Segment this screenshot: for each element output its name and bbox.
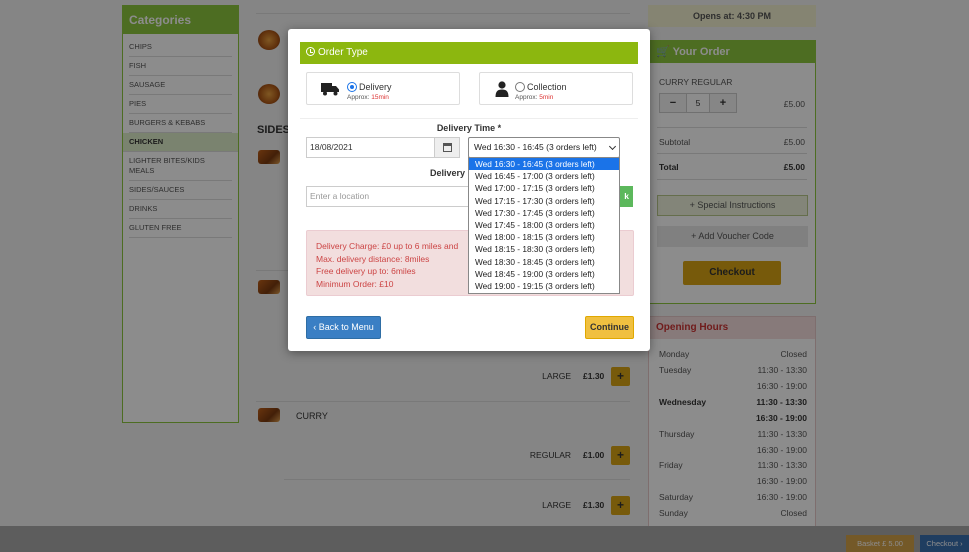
approx-prefix: Approx: <box>515 94 538 101</box>
delivery-location-label: Delivery <box>430 168 466 178</box>
delivery-option[interactable]: Delivery Approx: 15min <box>306 72 460 105</box>
calendar-icon <box>443 143 452 152</box>
time-option[interactable]: Wed 17:45 - 18:00 (3 orders left) <box>469 219 619 231</box>
continue-button[interactable]: Continue <box>585 316 634 339</box>
modal-header: Order Type <box>300 42 638 64</box>
delivery-approx: Approx: 15min <box>347 94 389 101</box>
time-options-dropdown: Wed 16:30 - 16:45 (3 orders left) Wed 16… <box>468 157 620 294</box>
calendar-button[interactable] <box>434 137 460 158</box>
time-option[interactable]: Wed 19:00 - 19:15 (3 orders left) <box>469 280 619 292</box>
divider <box>300 118 638 119</box>
collection-radio[interactable] <box>515 82 525 92</box>
selected-time: Wed 16:30 - 16:45 (3 orders left) <box>474 142 597 152</box>
collection-approx: Approx: 5min <box>515 94 553 101</box>
delivery-label: Delivery <box>359 82 392 92</box>
time-option[interactable]: Wed 18:45 - 19:00 (3 orders left) <box>469 268 619 280</box>
time-option[interactable]: Wed 17:00 - 17:15 (3 orders left) <box>469 182 619 194</box>
time-option[interactable]: Wed 16:45 - 17:00 (3 orders left) <box>469 170 619 182</box>
time-option[interactable]: Wed 18:30 - 18:45 (3 orders left) <box>469 256 619 268</box>
collection-option[interactable]: Collection Approx: 5min <box>479 72 633 105</box>
modal-title: Order Type <box>318 47 368 58</box>
delivery-time-select[interactable]: Wed 16:30 - 16:45 (3 orders left) <box>468 137 620 158</box>
person-icon <box>495 81 509 97</box>
approx-time: 5min <box>539 94 554 101</box>
clock-icon <box>306 47 315 56</box>
time-option[interactable]: Wed 17:15 - 17:30 (3 orders left) <box>469 195 619 207</box>
approx-time: 15min <box>371 94 389 101</box>
delivery-time-label: Delivery Time * <box>436 123 502 133</box>
approx-prefix: Approx: <box>347 94 370 101</box>
back-to-menu-button[interactable]: ‹ Back to Menu <box>306 316 381 339</box>
time-option[interactable]: Wed 17:30 - 17:45 (3 orders left) <box>469 207 619 219</box>
chevron-down-icon <box>608 142 617 151</box>
truck-icon <box>321 83 339 96</box>
time-option[interactable]: Wed 16:30 - 16:45 (3 orders left) <box>469 158 619 171</box>
time-option[interactable]: Wed 18:15 - 18:30 (3 orders left) <box>469 243 619 255</box>
delivery-radio[interactable] <box>347 82 357 92</box>
collection-label: Collection <box>527 82 567 92</box>
time-option[interactable]: Wed 18:00 - 18:15 (3 orders left) <box>469 231 619 243</box>
